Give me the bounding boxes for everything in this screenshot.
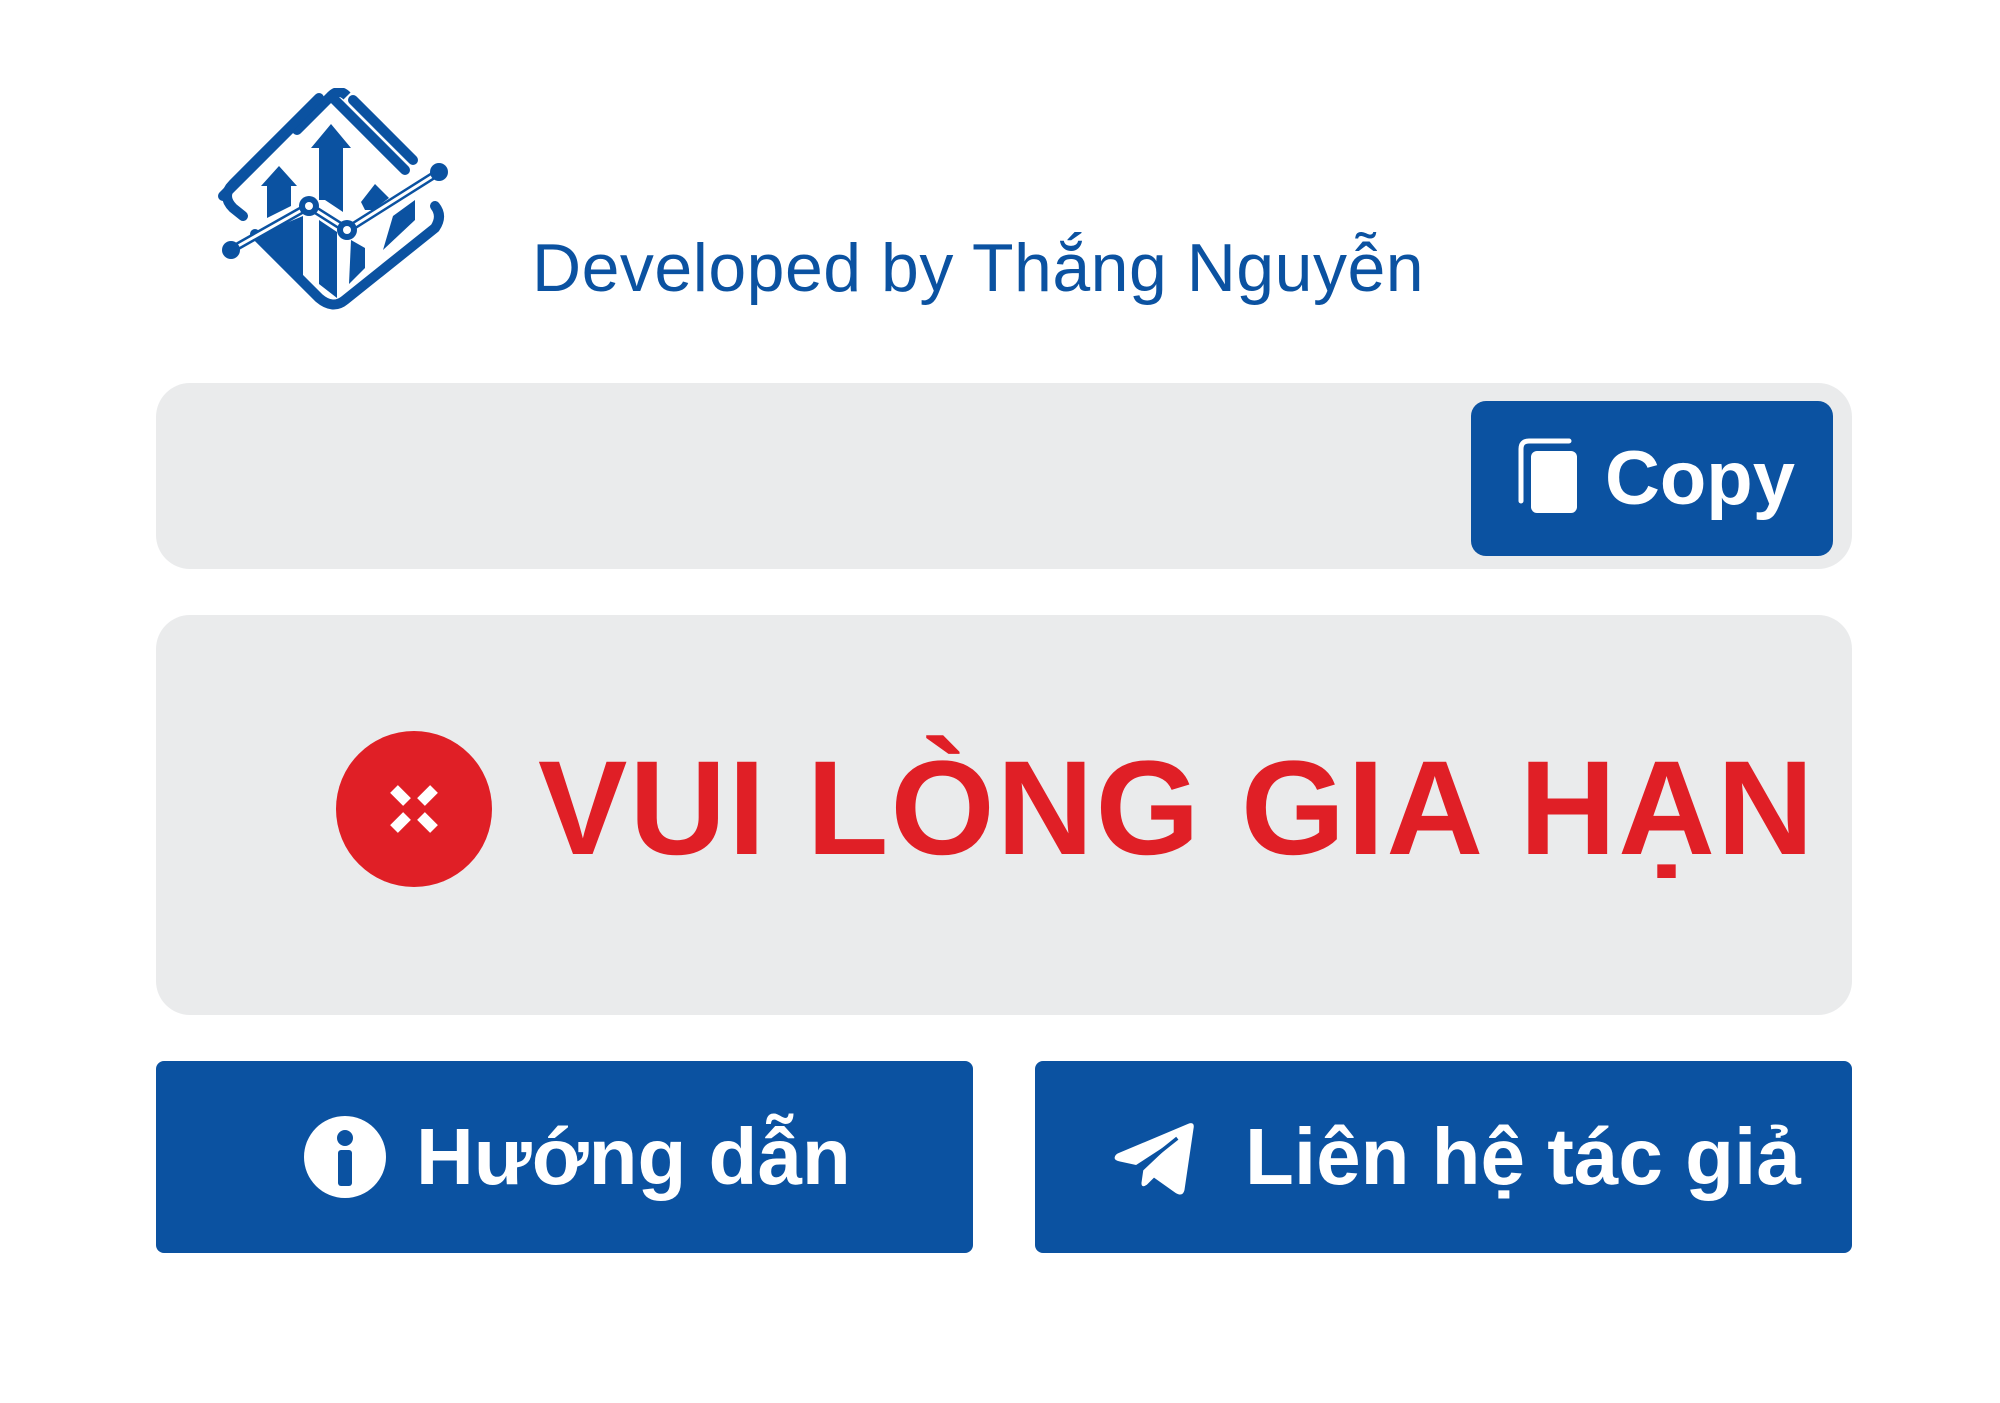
telegram-send-icon: [1114, 1123, 1194, 1195]
guide-label: Hướng dẫn: [416, 1112, 851, 1201]
contact-author-button[interactable]: Liên hệ tác giả: [1035, 1061, 1852, 1253]
logo-icon: [218, 88, 448, 310]
info-icon: [304, 1116, 386, 1198]
copy-icon: [1518, 438, 1577, 513]
error-x-circle-icon: [336, 731, 492, 887]
developer-credit: Developed by Thắng Nguyễn: [532, 230, 1425, 306]
copy-button[interactable]: Copy: [1471, 401, 1833, 556]
guide-button[interactable]: Hướng dẫn: [156, 1061, 973, 1253]
renewal-required-message: VUI LÒNG GIA HẠN: [538, 734, 1816, 883]
contact-author-label: Liên hệ tác giả: [1245, 1112, 1801, 1201]
copy-label: Copy: [1605, 436, 1795, 521]
